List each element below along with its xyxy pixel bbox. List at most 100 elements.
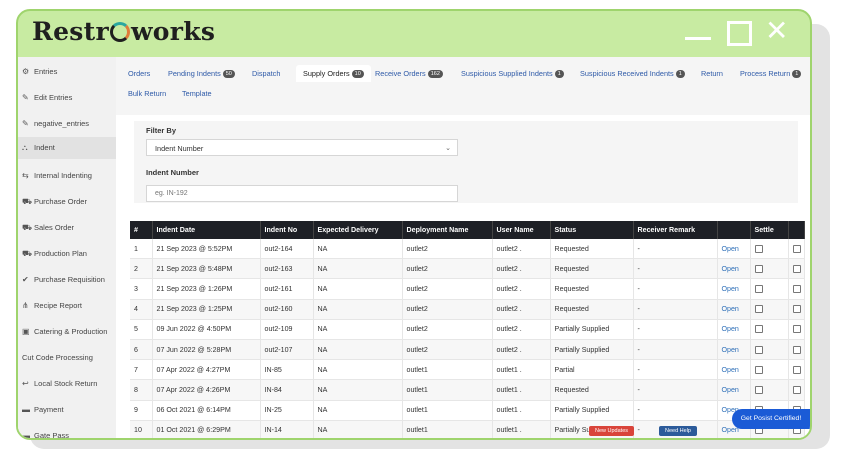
- select-checkbox[interactable]: [792, 305, 801, 314]
- app-window: Restr works ✕ ⚙ Entries ✎ Edit Entries ✎ negat…: [16, 9, 812, 440]
- table-cell: IN-25: [260, 400, 314, 421]
- table-cell: 5: [130, 319, 153, 340]
- tab-suspicious-supplied-indents[interactable]: Suspicious Supplied Indents 1: [461, 69, 564, 78]
- table-cell: 2: [130, 258, 153, 280]
- tab-process-return[interactable]: Process Return 1: [740, 69, 802, 78]
- logo-o-mark: [109, 22, 130, 42]
- sidebar-item-purchase-order[interactable]: ⛟ Purchase Order: [22, 197, 87, 207]
- new-updates-button[interactable]: New Updates: [589, 426, 635, 436]
- sidebar-item-label: Catering & Production: [34, 327, 108, 336]
- open-link[interactable]: Open: [717, 239, 751, 260]
- select-checkbox[interactable]: [792, 244, 801, 253]
- tab-supply-orders[interactable]: Supply Orders 10: [296, 65, 371, 82]
- table-cell: 21 Sep 2023 @ 1:26PM: [152, 278, 261, 300]
- select-checkbox[interactable]: [792, 385, 801, 394]
- sidebar-item-local-stock-return[interactable]: ↩ Local Stock Return: [22, 379, 97, 388]
- tab-bulk-return[interactable]: Bulk Return: [128, 89, 166, 98]
- maximize-icon[interactable]: [727, 21, 752, 46]
- entries-icon: ⚙: [22, 67, 30, 76]
- table-cell: outlet2: [402, 299, 493, 320]
- table-cell: [788, 379, 805, 401]
- settle-checkbox[interactable]: [754, 285, 763, 294]
- open-link[interactable]: Open: [717, 299, 751, 320]
- open-link[interactable]: Open: [717, 339, 751, 361]
- sidebar-item-entries[interactable]: ⚙ Entries: [22, 67, 57, 76]
- sidebar-item-negative-entries[interactable]: ✎ negative_entries: [22, 119, 89, 128]
- get-certified-button[interactable]: Get Posist Certified!: [732, 409, 810, 429]
- table-cell: outlet2 .: [492, 239, 551, 260]
- open-link[interactable]: Open: [717, 379, 751, 401]
- open-link[interactable]: Open: [717, 258, 751, 280]
- sidebar-item-label: Payment: [34, 405, 64, 414]
- indent-number-input[interactable]: [146, 185, 458, 202]
- select-checkbox[interactable]: [792, 365, 801, 374]
- select-checkbox[interactable]: [792, 285, 801, 294]
- table-row: 6 07 Jun 2022 @ 5:28PM out2-107 NA outlet2 ou…: [130, 339, 805, 361]
- table-cell: NA: [313, 319, 403, 340]
- settle-checkbox[interactable]: [754, 325, 763, 334]
- table-cell: 21 Sep 2023 @ 1:25PM: [152, 299, 261, 320]
- filter-by-select[interactable]: Indent Number ⌄: [146, 139, 458, 156]
- sidebar-item-production-plan[interactable]: ⛟ Production Plan: [22, 249, 87, 259]
- tab-dispatch[interactable]: Dispatch: [252, 69, 280, 78]
- open-link[interactable]: Open: [717, 359, 751, 381]
- settle-checkbox[interactable]: [754, 305, 763, 314]
- settle-checkbox[interactable]: [754, 365, 763, 374]
- select-checkbox[interactable]: [792, 345, 801, 354]
- supply-orders-table: # Indent Date Indent No Expected Delivery De…: [130, 221, 805, 438]
- table-cell: [788, 339, 805, 361]
- settle-checkbox[interactable]: [754, 385, 763, 394]
- tab-orders[interactable]: Orders: [128, 69, 150, 78]
- sidebar-item-label: Internal Indenting: [34, 171, 92, 180]
- sidebar-item-purchase-requisition[interactable]: ✔ Purchase Requisition: [22, 275, 105, 284]
- settle-checkbox[interactable]: [754, 244, 763, 253]
- sidebar-item-edit-entries[interactable]: ✎ Edit Entries: [22, 93, 72, 102]
- select-checkbox[interactable]: [792, 264, 801, 273]
- table-cell: -: [633, 299, 718, 320]
- sidebar-item-catering-production[interactable]: ▣ Catering & Production: [22, 327, 107, 336]
- table-row: 7 07 Apr 2022 @ 4:27PM IN-85 NA outlet1 outle…: [130, 359, 805, 381]
- table-cell: out2-107: [260, 339, 314, 361]
- table-row: 8 07 Apr 2022 @ 4:26PM IN-84 NA outlet1 outle…: [130, 379, 805, 401]
- open-link[interactable]: Open: [717, 319, 751, 340]
- sidebar-item-sales-order[interactable]: ⛟ Sales Order: [22, 223, 74, 233]
- settle-checkbox[interactable]: [754, 345, 763, 354]
- table-cell: -: [633, 239, 718, 260]
- table-cell: NA: [313, 299, 403, 320]
- minimize-icon[interactable]: [685, 37, 711, 40]
- table-header-row: # Indent Date Indent No Expected Delivery De…: [130, 221, 805, 239]
- table-cell: outlet2: [402, 339, 493, 361]
- table-row: 3 21 Sep 2023 @ 1:26PM out2-161 NA outlet2 ou…: [130, 278, 805, 300]
- table-cell: Requested: [550, 239, 634, 260]
- tab-return[interactable]: Return: [701, 69, 723, 78]
- tab-suspicious-received-indents[interactable]: Suspicious Received Indents 1: [580, 69, 685, 78]
- close-icon[interactable]: ✕: [765, 17, 788, 45]
- sidebar-item-cut-code-processing[interactable]: Cut Code Processing: [22, 353, 93, 362]
- sidebar-item-gate-pass[interactable]: ▬ Gate Pass: [22, 431, 69, 438]
- table-cell: NA: [313, 420, 403, 438]
- table-cell: NA: [313, 258, 403, 280]
- table-cell: outlet1: [402, 359, 493, 381]
- settle-checkbox[interactable]: [754, 264, 763, 273]
- sidebar-item-internal-indenting[interactable]: ⇆ Internal Indenting: [22, 171, 92, 180]
- tab-label: Template: [182, 89, 212, 98]
- table-cell: outlet2 .: [492, 278, 551, 300]
- tab-receive-orders[interactable]: Receive Orders 162: [375, 69, 443, 78]
- need-help-button[interactable]: Need Help: [659, 426, 697, 436]
- sidebar-item-indent[interactable]: ⛬ Indent: [18, 137, 120, 159]
- sidebar-item-recipe-report[interactable]: ⋔ Recipe Report: [22, 301, 82, 310]
- tab-pending-indents[interactable]: Pending Indents 50: [168, 69, 235, 78]
- table-cell: Requested: [550, 258, 634, 280]
- table-cell: 21 Sep 2023 @ 5:48PM: [152, 258, 261, 280]
- table-cell: -: [633, 400, 718, 421]
- open-link[interactable]: Open: [717, 278, 751, 300]
- tab-template[interactable]: Template: [182, 89, 212, 98]
- table-cell: Partially Supplied: [550, 400, 634, 421]
- table-cell: outlet2: [402, 319, 493, 340]
- transfer-icon: ⇆: [22, 171, 29, 180]
- sidebar-item-payment[interactable]: ▬ Payment: [22, 405, 64, 414]
- table-cell: outlet2 .: [492, 258, 551, 280]
- table-row: 4 21 Sep 2023 @ 1:25PM out2-160 NA outlet2 ou…: [130, 299, 805, 320]
- select-checkbox[interactable]: [792, 325, 801, 334]
- table-cell: [750, 299, 789, 320]
